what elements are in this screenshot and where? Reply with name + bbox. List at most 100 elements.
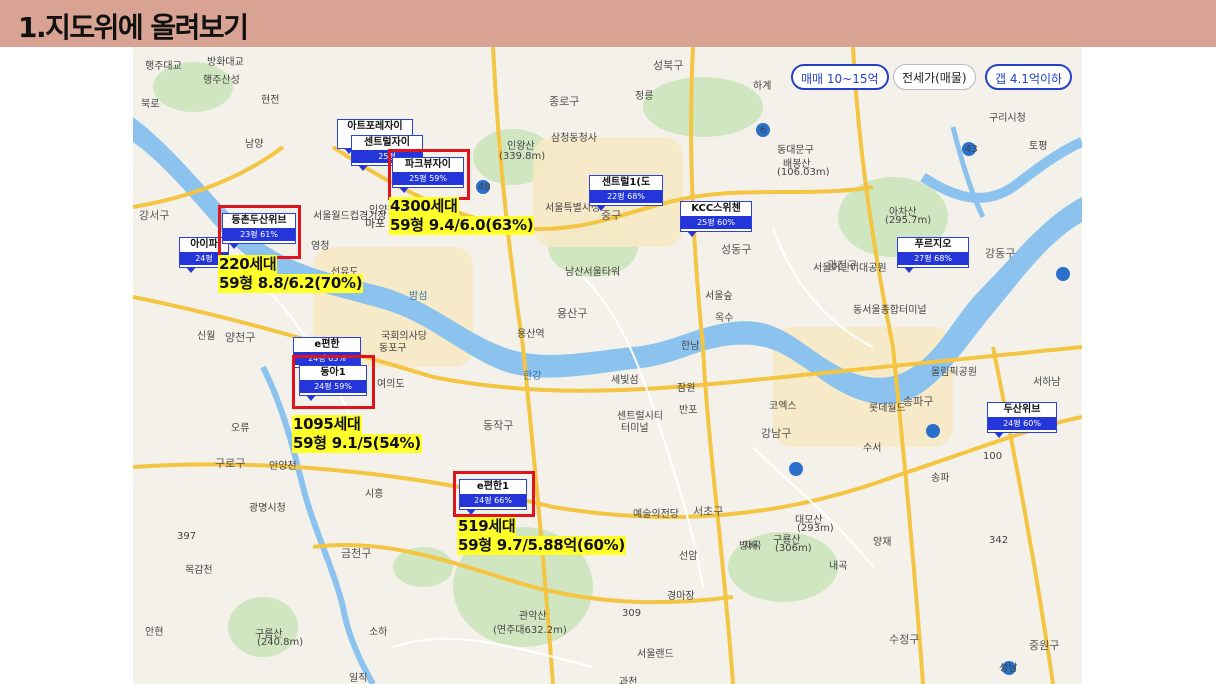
place-label: 서울랜드: [637, 649, 674, 660]
place-label: 남양: [245, 139, 264, 150]
place-label: 과천: [619, 677, 638, 684]
filter-chip-sale-price[interactable]: 매매 10~15억: [791, 64, 889, 90]
place-label: 관악산: [519, 611, 547, 622]
annotation-detail: 59형 9.4/6.0(63%): [389, 216, 535, 235]
place-label: 동대문구: [777, 145, 814, 156]
place-label: 예술의전당: [633, 509, 679, 520]
highlight-box: [218, 205, 301, 259]
highlight-box: [292, 355, 375, 409]
place-label: 송파구: [903, 395, 934, 408]
route-number: 397: [177, 531, 197, 542]
place-label: (연주대632.2m): [493, 625, 567, 636]
route-number: 342: [989, 535, 1009, 546]
place-label: 소하: [369, 627, 388, 638]
place-label: 남산서울타워: [565, 267, 621, 278]
marker-name: 센트럴자이: [364, 137, 410, 148]
place-label: 종로구: [549, 95, 580, 108]
filter-chip-jeonse[interactable]: 전세가(매물): [893, 64, 976, 90]
route-number: 6: [760, 125, 767, 136]
marker-name: e편한: [314, 339, 340, 350]
place-label: 금천구: [341, 547, 372, 560]
annotation-households: 4300세대: [389, 197, 459, 216]
place-label: 밤섬: [409, 291, 428, 302]
marker-stat: 22평 68%: [590, 190, 662, 203]
highlight-box: [388, 149, 470, 200]
place-label: 터미널: [621, 423, 649, 434]
annotation-detail: 59형 8.8/6.2(70%): [218, 274, 364, 293]
route-number: 43: [965, 144, 978, 155]
place-label: 구리시청: [989, 113, 1026, 124]
place-label: 하계: [753, 81, 772, 92]
place-label: 동작구: [483, 419, 514, 432]
marker-name: 두산위브: [1003, 404, 1041, 415]
marker-name: 센트럴1(도: [601, 177, 651, 188]
annotation-households: 519세대: [457, 517, 517, 536]
page-title: 1.지도위에 올려보기: [18, 11, 249, 44]
annotation-households: 1095세대: [292, 415, 362, 434]
marker-stat: 25평 60%: [681, 216, 751, 229]
marker-name: 푸르지오: [914, 239, 952, 250]
place-label: (293m): [797, 523, 834, 534]
place-label: 성남: [999, 663, 1018, 674]
route-number: 309: [622, 608, 642, 619]
apartment-marker[interactable]: KCC스위첸 25평 60%: [680, 201, 752, 237]
place-label: 선암: [679, 551, 698, 562]
place-label: 코엑스: [769, 401, 797, 412]
place-label: 정릉: [635, 91, 654, 102]
place-label: 한남: [681, 341, 700, 352]
place-label: 목감천: [185, 565, 213, 576]
place-label: 행주산성: [203, 75, 240, 86]
highlight-box: [453, 471, 535, 517]
place-label: (306m): [775, 543, 812, 554]
place-label: 잠원: [677, 383, 696, 394]
apartment-marker[interactable]: 두산위브 24평 60%: [987, 402, 1057, 438]
place-label: (295.7m): [885, 215, 932, 226]
place-label: (240.8m): [257, 637, 304, 648]
annotation-detail: 59형 9.1/5(54%): [292, 434, 422, 453]
place-label: 성북구: [653, 59, 684, 72]
place-label: 구로구: [215, 457, 246, 470]
place-label: 세빛섬: [611, 375, 639, 386]
place-label: 용산구: [557, 307, 588, 320]
annotation-detail: 59형 9.7/5.88억(60%): [457, 536, 626, 555]
place-label: 여의도: [377, 379, 405, 390]
title-bar: 1.지도위에 올려보기: [0, 0, 1216, 47]
marker-stat: 27평 68%: [898, 252, 968, 265]
place-label: 서울월드컵경기장: [313, 211, 387, 222]
place-label: 신월: [197, 331, 216, 342]
place-label: 광명시청: [249, 503, 286, 514]
place-label: 강동구: [985, 247, 1016, 260]
place-label: 일직: [349, 673, 368, 684]
filter-chip-gap[interactable]: 갭 4.1억이하: [985, 64, 1073, 90]
place-label: 수정구: [889, 633, 920, 646]
annotation-epyeonhan: 519세대 59형 9.7/5.88억(60%): [457, 517, 626, 555]
place-label: 양재: [873, 537, 892, 548]
place-label: 안양천: [269, 461, 297, 472]
apartment-marker[interactable]: 푸르지오 27평 68%: [897, 237, 969, 273]
annotation-deungchon: 220세대 59형 8.8/6.2(70%): [218, 255, 364, 293]
place-label: 올림픽공원: [931, 367, 977, 378]
place-label: 한강: [523, 371, 542, 382]
map-view[interactable]: 행주대교 행주산성 방화대교 현전 북로 남양 강서구 인양경 마포 서울월드컵…: [133, 47, 1082, 684]
place-label: 롯데월드: [869, 403, 906, 414]
place-label: 토평: [1029, 141, 1048, 152]
place-label: 반포: [679, 405, 698, 416]
place-label: 영청: [311, 241, 330, 252]
marker-name: KCC스위첸: [691, 203, 741, 214]
place-label: 서울숲: [705, 291, 733, 302]
place-label: 인왕산: [507, 141, 535, 152]
place-label: 수서: [863, 443, 882, 454]
place-label: 경마장: [667, 591, 695, 602]
apartment-marker[interactable]: 센트럴1(도 22평 68%: [589, 175, 663, 211]
annotation-households: 220세대: [218, 255, 278, 274]
place-label: 송파: [931, 473, 950, 484]
place-label: 서초구: [693, 505, 724, 518]
place-label: 내곡: [829, 561, 848, 572]
marker-name: 아트포레자이: [347, 121, 403, 132]
place-label: 시흥: [365, 489, 384, 500]
place-label: 성동구: [721, 243, 752, 256]
place-label: 오류: [231, 423, 250, 434]
place-label: 안현: [145, 627, 164, 638]
annotation-donga: 1095세대 59형 9.1/5(54%): [292, 415, 422, 453]
place-label: 현전: [261, 95, 280, 106]
